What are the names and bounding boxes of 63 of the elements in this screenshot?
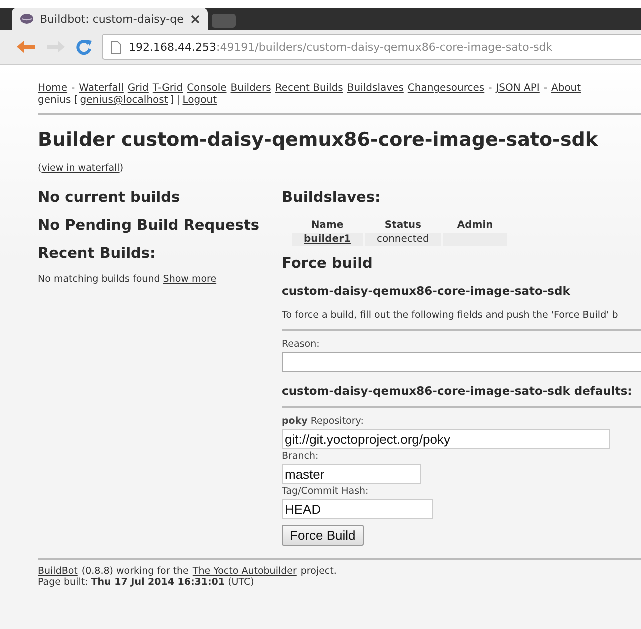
user-link[interactable]: genius@localhost xyxy=(80,95,168,107)
nav-link[interactable]: Builders xyxy=(230,83,272,95)
field-label: Branch: xyxy=(282,451,320,462)
reload-icon[interactable] xyxy=(76,39,92,55)
column-header: Status xyxy=(384,220,422,231)
tab-title: Buildbot: custom-daisy-qe xyxy=(40,12,185,26)
empty-message: No matching builds found xyxy=(38,274,160,285)
page-title: Builder custom-daisy-qemux86-core-image-sato-sdk xyxy=(38,129,600,151)
user-link[interactable]: Logout xyxy=(182,95,218,107)
show-more-link[interactable]: Show more xyxy=(163,274,217,285)
nav-link[interactable]: JSON API xyxy=(496,83,540,95)
user-text: ] | xyxy=(170,95,181,107)
browser-tab[interactable]: Buildbot: custom-daisy-qe xyxy=(12,8,208,30)
close-icon[interactable] xyxy=(191,14,200,24)
instructions-text: To force a build, fill out the following fields and push the 'Force Build' b xyxy=(282,310,620,321)
column-header: Admin xyxy=(456,220,494,231)
defaults-heading: custom-daisy-qemux86-core-image-sato-sdk defaults: xyxy=(282,384,634,398)
build-time: Thu 17 Jul 2014 16:31:01 xyxy=(91,577,226,588)
waterfall-link[interactable]: view in waterfall xyxy=(42,163,120,174)
address-bar[interactable]: 192.168.44.253:49191/builders/custom-daisy-qemux86-core-image-sato-sdk xyxy=(102,34,641,60)
tag-field[interactable]: HEAD xyxy=(282,499,433,519)
nav-separator: - xyxy=(488,83,492,95)
section-heading: Recent Builds: xyxy=(38,246,157,262)
new-tab-button[interactable] xyxy=(212,14,236,28)
page-icon xyxy=(111,40,121,54)
nav-link[interactable]: T-Grid xyxy=(152,83,184,95)
section-heading: No current builds xyxy=(38,190,182,206)
nav-link[interactable]: Changesources xyxy=(408,83,485,95)
nav-link[interactable]: About xyxy=(552,83,582,95)
url-text: 192.168.44.253:49191/builders/custom-daisy-qemux86-core-image-sato-sdk xyxy=(129,40,553,54)
user-text: genius [ xyxy=(38,95,78,107)
reason-field[interactable] xyxy=(282,352,641,372)
slave-link[interactable]: builder1 xyxy=(304,234,351,245)
footer-link[interactable]: BuildBot xyxy=(38,566,78,577)
nav-link[interactable]: Home xyxy=(38,83,68,95)
section-heading: Buildslaves: xyxy=(282,190,382,206)
nav-link[interactable]: Recent Builds xyxy=(275,83,344,95)
project-name: poky xyxy=(282,416,308,427)
nav-separator: - xyxy=(72,83,76,95)
field-label: Tag/Commit Hash: xyxy=(282,486,370,497)
nav-link[interactable]: Buildslaves xyxy=(347,83,404,95)
footer-link[interactable]: The Yocto Autobuilder xyxy=(192,566,297,577)
repository-field[interactable]: git://git.yoctoproject.org/poky xyxy=(282,429,610,449)
nav-separator: - xyxy=(544,83,548,95)
paren-text: ) xyxy=(120,163,124,174)
footer-text: project. xyxy=(300,566,337,577)
branch-field[interactable]: master xyxy=(282,464,421,484)
nav-link[interactable]: Grid xyxy=(128,83,149,95)
paren-text: ( xyxy=(38,163,42,174)
nav-link[interactable]: Waterfall xyxy=(79,83,124,95)
force-build-button[interactable]: Force Build xyxy=(282,525,364,546)
nav-link[interactable]: Console xyxy=(187,83,227,95)
back-icon[interactable] xyxy=(16,40,36,54)
footer-text: (UTC) xyxy=(228,577,254,588)
field-label: Reason: xyxy=(282,339,321,350)
section-heading: No Pending Build Requests xyxy=(38,218,261,234)
builder-name: custom-daisy-qemux86-core-image-sato-sdk xyxy=(282,284,572,298)
footer-text: Page built: xyxy=(38,577,88,588)
column-header: Name xyxy=(310,220,345,231)
table-cell: connected xyxy=(364,233,442,246)
field-label: Repository: xyxy=(310,416,364,427)
section-heading: Force build xyxy=(282,256,374,272)
footer-text: (0.8.8) working for the xyxy=(82,566,189,577)
